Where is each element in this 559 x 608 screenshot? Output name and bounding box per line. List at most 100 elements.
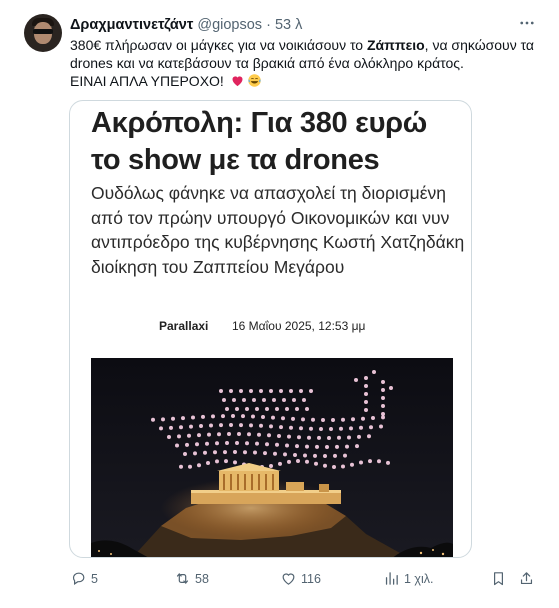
drone-light <box>345 444 349 449</box>
drone-light <box>379 424 383 429</box>
drone-light <box>311 417 315 422</box>
drone-light <box>386 460 390 465</box>
drone-light <box>359 460 363 465</box>
drone-light <box>347 435 351 440</box>
link-card[interactable]: Ακρόπολη: Για 380 ευρώ το show με τα dro… <box>69 100 472 558</box>
drone-light <box>203 450 207 455</box>
drone-light <box>361 416 365 421</box>
retweet-button[interactable]: 58 <box>174 570 209 587</box>
drone-light <box>229 423 233 427</box>
drone-light <box>377 459 381 464</box>
drone-light <box>364 408 368 412</box>
avatar[interactable] <box>24 14 62 52</box>
drone-light <box>295 407 299 411</box>
drone-light <box>199 424 203 428</box>
views-button[interactable]: 1 χιλ. <box>383 570 434 587</box>
drone-light <box>369 425 373 430</box>
drone-light <box>282 398 286 402</box>
drone-light <box>381 396 385 400</box>
drone-light <box>359 425 363 430</box>
drone-light <box>207 432 211 437</box>
drone-light <box>301 417 305 422</box>
drone-light <box>235 407 239 411</box>
author-name[interactable]: Δραχμαντινετζάντ <box>70 17 193 33</box>
drone-light <box>197 463 201 468</box>
drone-light <box>209 423 213 428</box>
retweet-count: 58 <box>195 571 209 586</box>
reply-count: 5 <box>91 571 98 586</box>
drone-light <box>335 444 339 449</box>
drone-light <box>281 416 285 421</box>
author-handle[interactable]: @giopsos <box>197 17 262 33</box>
drone-light <box>309 389 313 393</box>
drone-light <box>357 434 361 439</box>
drone-light <box>305 459 309 464</box>
drone-light <box>297 435 301 440</box>
like-button[interactable]: 116 <box>280 570 321 587</box>
drone-light <box>249 423 253 428</box>
drone-light <box>302 398 306 402</box>
drone-light <box>269 464 273 468</box>
drone-light <box>350 462 354 467</box>
drone-light <box>252 398 256 402</box>
views-count: 1 χιλ. <box>404 571 434 586</box>
card-date: 16 Μαΐου 2025, 12:53 μμ <box>232 319 366 333</box>
drone-light <box>333 453 337 458</box>
drone-light <box>177 434 181 439</box>
drone-light <box>323 454 327 458</box>
drone-light <box>161 417 165 422</box>
tweet-text-line2: ΕΙΝΑΙ ΑΠΛΑ ΥΠΕΡΟΧΟ! <box>70 73 224 89</box>
drone-light <box>243 450 247 455</box>
drone-light <box>232 398 236 402</box>
tweet-text-bold: Ζάππειο <box>366 37 425 53</box>
drone-light <box>314 461 318 466</box>
drone-light <box>364 384 368 388</box>
drone-light <box>349 426 353 431</box>
drone-light <box>171 416 175 421</box>
drone-light <box>159 426 163 431</box>
drone-light <box>278 461 282 466</box>
drone-light <box>341 417 345 422</box>
drone-light <box>368 459 372 464</box>
drone-light <box>245 441 249 446</box>
drone-light <box>331 418 335 422</box>
drone-light <box>364 400 368 404</box>
drone-light <box>262 398 266 402</box>
share-button[interactable] <box>518 570 539 587</box>
drone-light <box>265 442 269 447</box>
drone-light <box>151 417 155 422</box>
drone-light <box>275 442 279 447</box>
drone-light <box>287 459 291 464</box>
drone-light <box>255 441 259 446</box>
drone-light <box>381 388 385 392</box>
drone-light <box>265 407 269 411</box>
drone-light <box>253 450 257 455</box>
tweet-time[interactable]: 53 λ <box>275 17 302 33</box>
drone-light <box>227 432 231 436</box>
drone-light <box>231 414 235 418</box>
more-horizontal-icon[interactable] <box>518 14 536 37</box>
drone-light <box>225 441 229 445</box>
drone-light <box>167 435 171 439</box>
drone-light <box>221 414 225 419</box>
reply-button[interactable]: 5 <box>70 570 98 587</box>
drone-light <box>279 389 283 393</box>
bookmark-button[interactable] <box>490 570 511 587</box>
drone-light <box>251 414 255 419</box>
card-source: Parallaxi <box>159 319 209 333</box>
drone-light <box>255 407 259 411</box>
drone-light <box>275 407 279 411</box>
drone-light <box>259 423 263 428</box>
drone-light <box>317 435 321 440</box>
like-icon <box>282 573 295 585</box>
drone-light <box>364 376 368 380</box>
drone-light <box>354 378 358 382</box>
tweet[interactable]: Δραχμαντινετζάντ @giopsos · 53 λ 380€ πλ… <box>0 0 559 608</box>
drone-light <box>233 460 237 465</box>
retweet-icon <box>176 573 189 584</box>
drone-light <box>296 459 300 463</box>
drone-light <box>237 432 241 436</box>
avatar-glasses <box>33 29 53 34</box>
drone-light <box>339 426 343 431</box>
drone-light <box>271 415 275 420</box>
